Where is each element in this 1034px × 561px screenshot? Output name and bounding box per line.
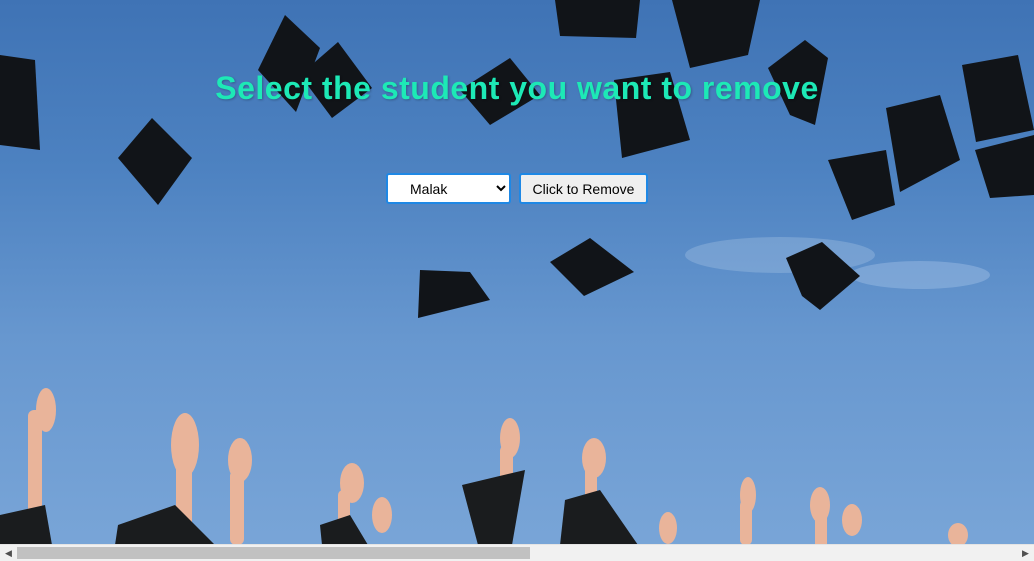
scroll-left-icon[interactable]: ◀	[0, 545, 17, 561]
scroll-right-icon[interactable]: ▶	[1017, 545, 1034, 561]
scrollbar-thumb[interactable]	[17, 547, 530, 559]
page-title: Select the student you want to remove	[215, 70, 819, 106]
remove-button[interactable]: Click to Remove	[519, 173, 648, 204]
horizontal-scrollbar[interactable]: ◀ ▶	[0, 544, 1034, 561]
remove-student-form: Malak Click to Remove	[386, 173, 648, 204]
student-select[interactable]: Malak	[386, 173, 511, 204]
page: Select the student you want to remove Ma…	[0, 0, 1034, 561]
